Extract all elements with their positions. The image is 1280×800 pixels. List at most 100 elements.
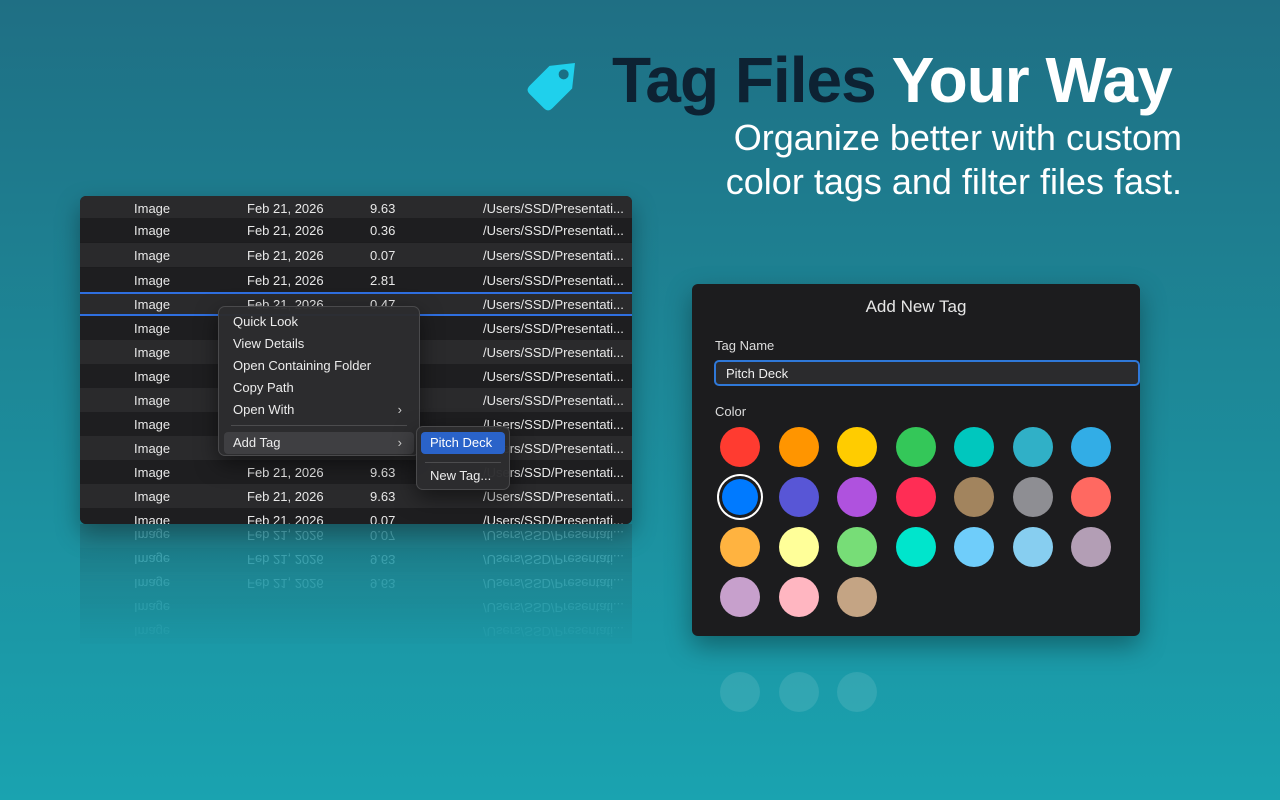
cell-path: /Users/SSD/Presentati... (483, 368, 624, 384)
reflected-row: Image Feb 21, 2026 0.07/Users/SSD/Presenta… (80, 524, 632, 548)
color-swatch[interactable] (837, 527, 877, 567)
cell-path: /Users/SSD/Presentati... (483, 488, 624, 504)
cell-kind: Image (134, 200, 171, 216)
cell-date: Feb 21, 2026 (247, 272, 324, 288)
tag-icon (527, 63, 575, 111)
reflected-row: Image Feb 21, 2026 9.63/Users/SSD/Presenta… (80, 548, 632, 572)
context-menu: Quick Look View Details Open Containing … (218, 306, 420, 456)
color-swatch[interactable] (1013, 527, 1053, 567)
menu-item-add-tag[interactable]: Add Tag › (224, 432, 414, 454)
panel-reflection (692, 636, 1140, 726)
table-row[interactable]: Image Feb 21, 2026 0.36/Users/SSD/Presenta… (80, 218, 632, 242)
cell-size: 0.36 (370, 222, 396, 238)
color-swatch[interactable] (1071, 527, 1111, 567)
submenu-item-pitch-deck[interactable]: Pitch Deck (421, 432, 505, 454)
menu-divider (231, 425, 407, 426)
cell-kind: Image (134, 272, 171, 288)
color-swatch[interactable] (837, 427, 877, 467)
reflected-cell-kind: Image (134, 576, 171, 592)
chevron-right-icon: › (397, 435, 402, 450)
table-row[interactable]: Image Feb 21, 2026 0.07/Users/SSD/Presenta… (80, 243, 632, 267)
table-row[interactable]: Image Feb 21, 2026 9.63/Users/SSD/Presenta… (80, 484, 632, 508)
reflected-row: Image Feb 21, 2026 9.63/Users/SSD/Presenta… (80, 572, 632, 596)
color-swatch[interactable] (1071, 427, 1111, 467)
color-swatch[interactable] (779, 577, 819, 617)
reflected-cell-path: /Users/SSD/Presentati... (483, 600, 624, 616)
menu-item-view-details[interactable]: View Details (224, 333, 414, 355)
table-row[interactable]: Image Feb 21, 2026 9.63/Users/SSD/Presenta… (80, 460, 632, 484)
color-swatch[interactable] (779, 477, 819, 517)
menu-item-open-with[interactable]: Open With › (224, 399, 414, 421)
submenu-divider (425, 462, 501, 463)
reflected-cell-size: 9.63 (370, 552, 396, 568)
cell-path: /Users/SSD/Presentati... (483, 272, 624, 288)
color-swatch[interactable] (837, 477, 877, 517)
table-row[interactable]: Image Feb 21, 2026 2.81/Users/SSD/Presenta… (80, 268, 632, 292)
cell-path: /Users/SSD/Presentati... (483, 320, 624, 336)
reflected-cell-path: /Users/SSD/Presentati... (483, 624, 624, 640)
color-swatch[interactable] (954, 527, 994, 567)
reflected-cell-path: /Users/SSD/Presentati... (483, 552, 624, 568)
cell-date: Feb 21, 2026 (247, 488, 324, 504)
cell-path: /Users/SSD/Presentati... (483, 296, 624, 312)
cell-size: 9.63 (370, 488, 396, 504)
color-swatch[interactable] (954, 477, 994, 517)
color-swatch[interactable] (720, 427, 760, 467)
reflected-cell-kind: Image (134, 552, 171, 568)
menu-item-copy-path[interactable]: Copy Path (224, 377, 414, 399)
cell-kind: Image (134, 512, 171, 525)
cell-date: Feb 21, 2026 (247, 512, 324, 525)
hero-title: Tag Files Your Way (520, 40, 1173, 120)
color-swatch[interactable] (837, 577, 877, 617)
tag-name-input[interactable] (714, 360, 1140, 386)
color-swatch[interactable] (896, 477, 936, 517)
subtitle-line-1: Organize better with custom (733, 117, 1182, 158)
reflected-cell-kind: Image (134, 624, 171, 640)
color-swatch[interactable] (896, 527, 936, 567)
cell-size: 0.07 (370, 512, 396, 525)
reflected-cell-path: /Users/SSD/Presentati... (483, 576, 624, 592)
cell-size: 9.63 (370, 200, 396, 216)
cell-size: 2.81 (370, 272, 396, 288)
color-swatch[interactable] (1013, 477, 1053, 517)
cell-date: Feb 21, 2026 (247, 222, 324, 238)
hero-subtitle: Organize better with custom color tags a… (622, 116, 1182, 204)
color-swatch[interactable] (779, 427, 819, 467)
cell-kind: Image (134, 464, 171, 480)
reflected-row: Image/Users/SSD/Presentati... (80, 620, 632, 644)
color-swatch[interactable] (954, 427, 994, 467)
title-dark-text: Tag Files (612, 44, 877, 116)
reflection-swatch (720, 672, 760, 712)
cell-date: Feb 21, 2026 (247, 200, 324, 216)
table-row[interactable]: Image Feb 21, 2026 9.63/Users/SSD/Presenta… (80, 196, 632, 220)
cell-kind: Image (134, 488, 171, 504)
menu-item-quick-look[interactable]: Quick Look (224, 311, 414, 333)
color-label: Color (715, 404, 747, 419)
color-swatch[interactable] (779, 527, 819, 567)
cell-path: /Users/SSD/Presentati... (483, 247, 624, 263)
cell-date: Feb 21, 2026 (247, 464, 324, 480)
color-swatch[interactable] (720, 577, 760, 617)
cell-kind: Image (134, 222, 171, 238)
cell-kind: Image (134, 247, 171, 263)
color-swatch[interactable] (896, 427, 936, 467)
cell-date: Feb 21, 2026 (247, 247, 324, 263)
color-swatch[interactable] (722, 479, 758, 515)
menu-item-open-containing-folder[interactable]: Open Containing Folder (224, 355, 414, 377)
cell-path: /Users/SSD/Presentati... (483, 344, 624, 360)
color-swatch[interactable] (1071, 477, 1111, 517)
cell-size: 0.07 (370, 247, 396, 263)
cell-path: /Users/SSD/Presentati... (483, 222, 624, 238)
tag-name-label: Tag Name (715, 338, 775, 353)
color-swatch[interactable] (720, 527, 760, 567)
reflected-cell-size: 0.07 (370, 528, 396, 544)
reflected-cell-kind: Image (134, 600, 171, 616)
add-tag-submenu: Pitch Deck New Tag... (416, 426, 510, 490)
color-swatch[interactable] (1013, 427, 1053, 467)
cell-path: /Users/SSD/Presentati... (483, 200, 624, 216)
table-row[interactable]: Image Feb 21, 2026 0.07/Users/SSD/Presenta… (80, 508, 632, 524)
reflection-swatch (837, 672, 877, 712)
panel-title: Add New Tag (865, 297, 967, 316)
title-light-text: Your Way (891, 44, 1173, 116)
submenu-item-new-tag[interactable]: New Tag... (421, 465, 505, 487)
